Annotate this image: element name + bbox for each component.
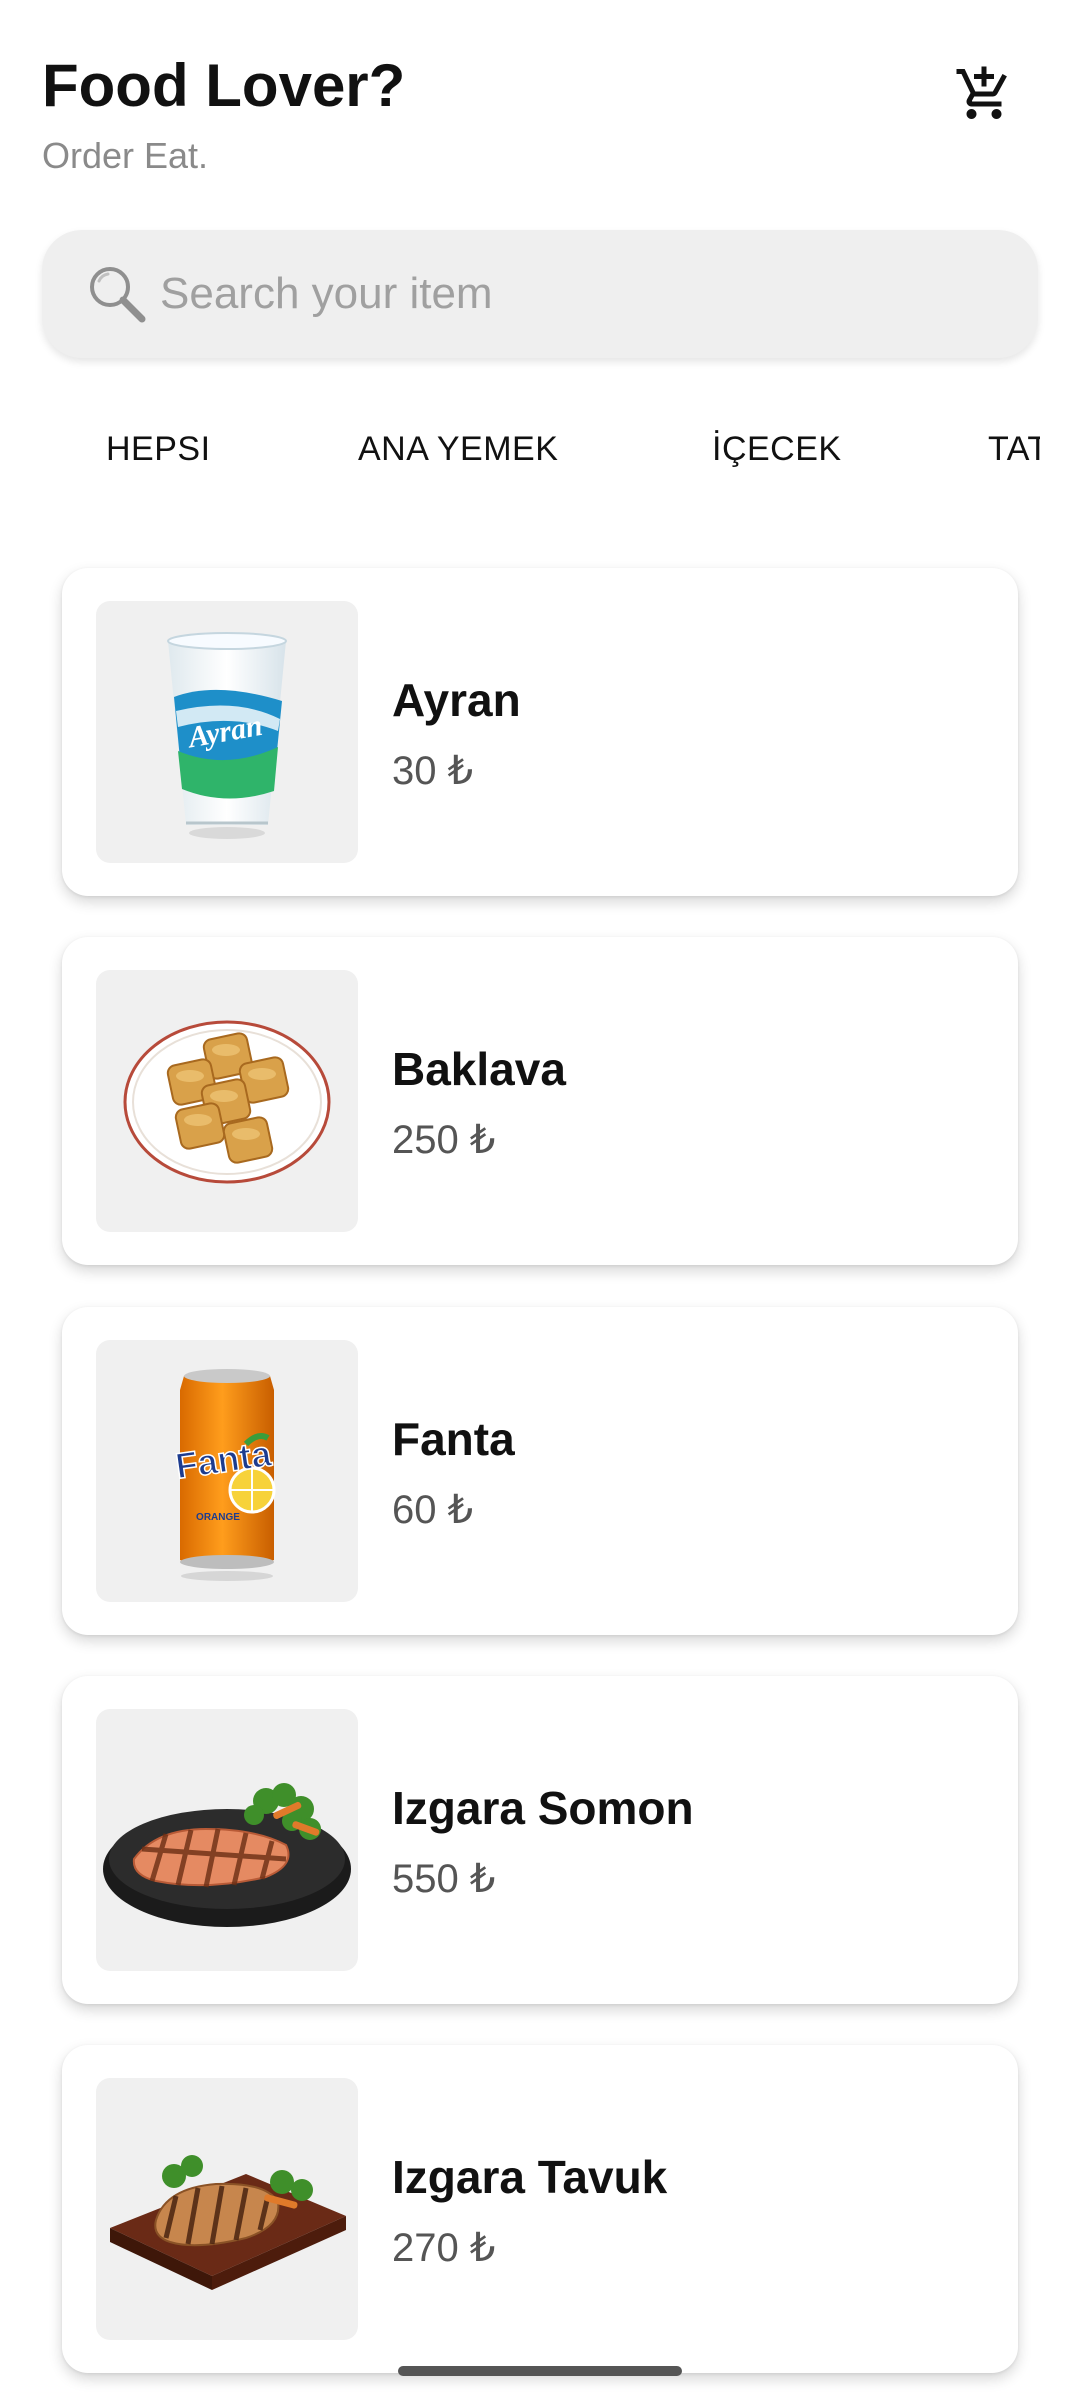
- item-price: 270 ₺: [392, 2226, 496, 2270]
- page-title: Food Lover?: [42, 52, 406, 119]
- item-name: Fanta: [392, 1413, 515, 1465]
- list-item-izgara-tavuk[interactable]: Izgara Tavuk 270 ₺: [62, 2045, 1018, 2373]
- baklava-image: [96, 970, 358, 1232]
- grilled-chicken-image: [96, 2078, 358, 2340]
- list-item-ayran[interactable]: Ayran Ayran 30 ₺: [62, 568, 1018, 896]
- add-shopping-cart-icon: [956, 66, 1007, 119]
- item-name: Izgara Somon: [392, 1782, 694, 1834]
- item-price: 60 ₺: [392, 1488, 474, 1532]
- tab-tatli[interactable]: TATLI: [988, 430, 1040, 469]
- category-tabs: HEPSI ANA YEMEK İÇECEK TATLI: [0, 420, 1040, 490]
- page-subtitle: Order Eat.: [42, 135, 209, 176]
- item-price: 550 ₺: [392, 1857, 496, 1901]
- tab-ana-yemek[interactable]: ANA YEMEK: [358, 430, 558, 469]
- ayran-image: Ayran: [96, 601, 358, 863]
- list-item-izgara-somon[interactable]: Izgara Somon 550 ₺: [62, 1676, 1018, 2004]
- tab-icecek[interactable]: İÇECEK: [712, 430, 842, 469]
- list-item-fanta[interactable]: Fanta ORANGE Fanta 60 ₺: [62, 1307, 1018, 1635]
- grilled-salmon-image: [96, 1709, 358, 1971]
- cart-button[interactable]: [948, 58, 1020, 130]
- home-indicator[interactable]: [398, 2366, 682, 2376]
- item-name: Baklava: [392, 1043, 566, 1095]
- item-price: 250 ₺: [392, 1118, 496, 1162]
- item-name: Izgara Tavuk: [392, 2151, 668, 2203]
- magnifier-icon: [82, 259, 152, 329]
- tab-hepsi[interactable]: HEPSI: [106, 430, 211, 469]
- list-item-baklava[interactable]: Baklava 250 ₺: [62, 937, 1018, 1265]
- search-input[interactable]: [160, 254, 960, 334]
- svg-text:ORANGE: ORANGE: [196, 1512, 240, 1523]
- app-header: Food Lover? Order Eat.: [42, 50, 405, 176]
- fanta-image: Fanta ORANGE: [96, 1340, 358, 1602]
- item-price: 30 ₺: [392, 749, 474, 793]
- item-name: Ayran: [392, 674, 521, 726]
- search-bar[interactable]: [42, 230, 1038, 358]
